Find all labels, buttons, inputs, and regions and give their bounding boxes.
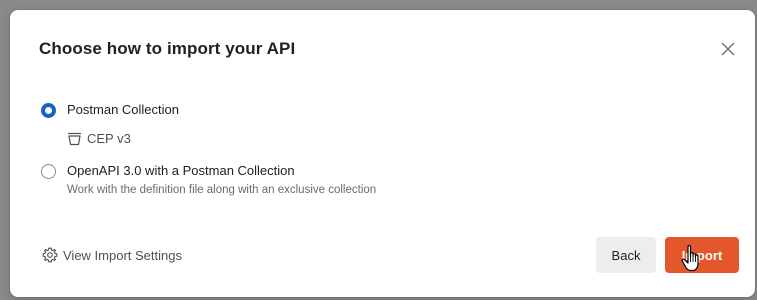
gear-icon bbox=[42, 247, 58, 263]
dialog-title: Choose how to import your API bbox=[39, 39, 296, 58]
option-label: Postman Collection bbox=[67, 102, 179, 117]
collection-icon bbox=[68, 132, 81, 145]
view-import-settings-label: View Import Settings bbox=[63, 247, 182, 263]
option-description: Work with the definition file along with… bbox=[67, 184, 377, 196]
back-button[interactable]: Back bbox=[596, 237, 656, 273]
radio-postman-collection[interactable] bbox=[41, 103, 56, 118]
radio-openapi[interactable] bbox=[41, 164, 56, 179]
collection-version-label: CEP v3 bbox=[87, 131, 131, 146]
close-icon bbox=[721, 42, 735, 56]
collection-version: CEP v3 bbox=[67, 131, 131, 146]
option-label: OpenAPI 3.0 with a Postman Collection bbox=[67, 163, 295, 178]
import-button[interactable]: Import bbox=[665, 237, 739, 273]
view-import-settings-link[interactable]: View Import Settings bbox=[42, 247, 182, 263]
import-dialog: Choose how to import your API Postman Co… bbox=[10, 10, 755, 297]
close-button[interactable] bbox=[720, 41, 736, 57]
